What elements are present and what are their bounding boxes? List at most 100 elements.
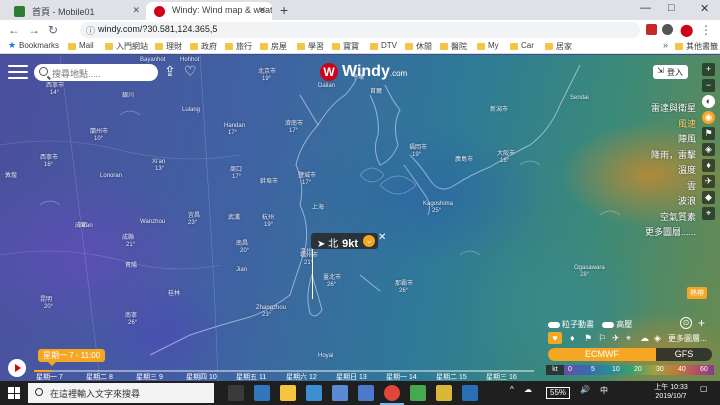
- cloud-icon[interactable]: ✈: [702, 175, 715, 188]
- notifications-icon[interactable]: ▢: [700, 384, 708, 393]
- zoom-in-button[interactable]: +: [702, 63, 715, 76]
- explorer-app-icon[interactable]: [280, 385, 296, 401]
- volume-icon[interactable]: 🔊: [580, 385, 590, 394]
- taskbar-search-input[interactable]: 在這裡輸入文字來搜尋: [28, 383, 214, 403]
- timeline-day[interactable]: 星期二 15: [436, 372, 467, 381]
- photos-app-icon[interactable]: [358, 385, 374, 401]
- overlay-item-gust[interactable]: 陣風: [645, 132, 696, 148]
- rain-drop-icon[interactable]: ♦: [570, 333, 575, 343]
- plane-icon[interactable]: ✈: [612, 333, 620, 344]
- other-bookmarks[interactable]: 其他書籤: [675, 41, 718, 52]
- back-arrow-icon[interactable]: ←: [8, 23, 20, 37]
- air-quality-icon[interactable]: ⌖: [702, 207, 715, 220]
- timeline-day[interactable]: 星期日 13: [336, 372, 367, 381]
- heart-icon[interactable]: ♥: [548, 332, 562, 344]
- edge-app-icon[interactable]: [254, 385, 270, 401]
- url-bar[interactable]: ⓘ windy.com/?30.581,124.365,5: [80, 22, 640, 38]
- bookmark-item[interactable]: Mail: [68, 41, 94, 50]
- minimize-button[interactable]: —: [640, 2, 651, 14]
- overlay-item-wind[interactable]: 風速: [645, 117, 696, 133]
- tag-icon[interactable]: ◈: [654, 333, 661, 344]
- bookmark-item[interactable]: DTV: [370, 41, 397, 50]
- wind-picker[interactable]: ➤ 北 9kt ⌄: [311, 233, 379, 250]
- chrome-menu-icon[interactable]: ⋮: [700, 23, 712, 37]
- chrome-app-icon[interactable]: [380, 385, 404, 405]
- timeline-day[interactable]: 星期六 12: [286, 372, 317, 381]
- zoom-out-button[interactable]: −: [702, 79, 715, 92]
- close-tab-icon[interactable]: ✕: [258, 5, 266, 16]
- bookmark-item[interactable]: 旅行: [225, 41, 252, 52]
- model-gfs-button[interactable]: GFS: [656, 348, 712, 361]
- system-clock[interactable]: 上午 10:33 2019/10/7: [648, 383, 694, 401]
- weather-map[interactable]: Bayanhot Hohhot 北京市 19° Dalian 平壤 首爾 Sendai 西寧市 1…: [0, 55, 720, 381]
- tropical-badge[interactable]: 熱帶: [687, 287, 707, 299]
- bookmark-item[interactable]: 居家: [545, 41, 572, 52]
- input-method-icon[interactable]: 中: [600, 385, 608, 396]
- more-bookmarks-icon[interactable]: »: [663, 40, 668, 50]
- locate-icon[interactable]: ⊙: [680, 317, 692, 329]
- overlay-item-more-layers[interactable]: 更多圖層......: [645, 225, 696, 241]
- app-blue-app-icon[interactable]: [462, 385, 478, 401]
- favorite-heart-icon[interactable]: ♡: [184, 63, 197, 80]
- bookmark-item[interactable]: 入門網站: [105, 41, 148, 52]
- cloud-icon[interactable]: ☁: [640, 333, 649, 344]
- app-yellow-app-icon[interactable]: [436, 385, 452, 401]
- login-button[interactable]: 登入: [653, 65, 688, 79]
- bookmark-item[interactable]: 寶寶: [332, 41, 359, 52]
- flag-icon[interactable]: ⚐: [598, 333, 606, 344]
- tab-windy[interactable]: Windy: Wind map & weather fo ✕: [146, 2, 272, 20]
- more-layers-link[interactable]: 更多圖層...: [668, 333, 707, 344]
- flag-icon[interactable]: ⚑: [584, 333, 592, 344]
- bookmark-item[interactable]: Car: [510, 41, 534, 50]
- play-button[interactable]: [8, 359, 26, 377]
- app-green-app-icon[interactable]: [410, 385, 426, 401]
- reload-icon[interactable]: ↻: [48, 23, 58, 37]
- overlay-item-clouds[interactable]: 雲: [645, 179, 696, 195]
- timeline-day[interactable]: 星期一 7: [36, 372, 63, 381]
- bookmark-item[interactable]: Bookmarks: [8, 40, 59, 50]
- close-tab-icon[interactable]: ✕: [132, 5, 140, 16]
- gust-flag-icon[interactable]: ⚑: [702, 127, 715, 140]
- overlay-item-air-quality[interactable]: 空氣質素: [645, 210, 696, 226]
- info-icon[interactable]: ⓘ: [86, 24, 95, 37]
- forward-arrow-icon[interactable]: →: [28, 23, 40, 37]
- bookmark-item[interactable]: 休閒: [405, 41, 432, 52]
- bookmark-item[interactable]: 學習: [297, 41, 324, 52]
- bookmark-item[interactable]: 醫院: [440, 41, 467, 52]
- search-input[interactable]: 搜尋地點.....: [34, 64, 158, 81]
- timeline-day[interactable]: 星期五 11: [236, 372, 266, 381]
- overlay-item-radar[interactable]: 雷達與衛星: [645, 101, 696, 117]
- picker-close-icon[interactable]: ✕: [378, 232, 386, 243]
- timeline-day[interactable]: 星期一 14: [386, 372, 417, 381]
- battery-indicator[interactable]: 55%: [546, 387, 571, 399]
- overlay-item-waves[interactable]: 波浪: [645, 194, 696, 210]
- mail-app-icon[interactable]: [332, 385, 348, 401]
- model-ecmwf-button[interactable]: ECMWF: [548, 348, 656, 361]
- radar-icon[interactable]: ◐: [702, 95, 715, 108]
- temperature-icon[interactable]: ♦: [702, 159, 715, 172]
- timeline-day[interactable]: 星期二 8: [86, 372, 113, 381]
- store-app-icon[interactable]: [306, 385, 322, 401]
- extension-icon[interactable]: [646, 24, 657, 35]
- overlay-item-temperature[interactable]: 溫度: [645, 163, 696, 179]
- wind-icon[interactable]: ◉: [702, 111, 715, 124]
- bookmark-item[interactable]: 房屋: [260, 41, 287, 52]
- new-tab-button[interactable]: +: [280, 2, 288, 18]
- pin-icon[interactable]: ⌖: [626, 333, 631, 344]
- timeline-day[interactable]: 星期四 10: [186, 372, 217, 381]
- scale-unit[interactable]: kt: [546, 365, 564, 375]
- bookmark-item[interactable]: My: [477, 41, 499, 50]
- bookmark-item[interactable]: 政府: [190, 41, 217, 52]
- current-time-bubble[interactable]: 星期一 7 - 11:00: [38, 349, 106, 366]
- share-icon[interactable]: ⇪: [164, 63, 176, 80]
- chevron-down-icon[interactable]: ⌄: [363, 235, 376, 247]
- task-view-app-icon[interactable]: [228, 385, 244, 401]
- wave-icon[interactable]: ◆: [702, 191, 715, 204]
- extension-icon[interactable]: [662, 24, 673, 35]
- wind-speed-scale[interactable]: kt 0 5 10 20 30 40 60: [546, 365, 714, 375]
- timeline-day[interactable]: 星期三 16: [486, 372, 517, 381]
- particles-toggle[interactable]: 粒子動畫 高壓: [548, 319, 632, 330]
- tray-overflow-icon[interactable]: ^: [510, 385, 514, 394]
- account-icon[interactable]: ⬤: [680, 23, 693, 37]
- overlay-item-rain[interactable]: 降雨，雷擊: [645, 148, 696, 164]
